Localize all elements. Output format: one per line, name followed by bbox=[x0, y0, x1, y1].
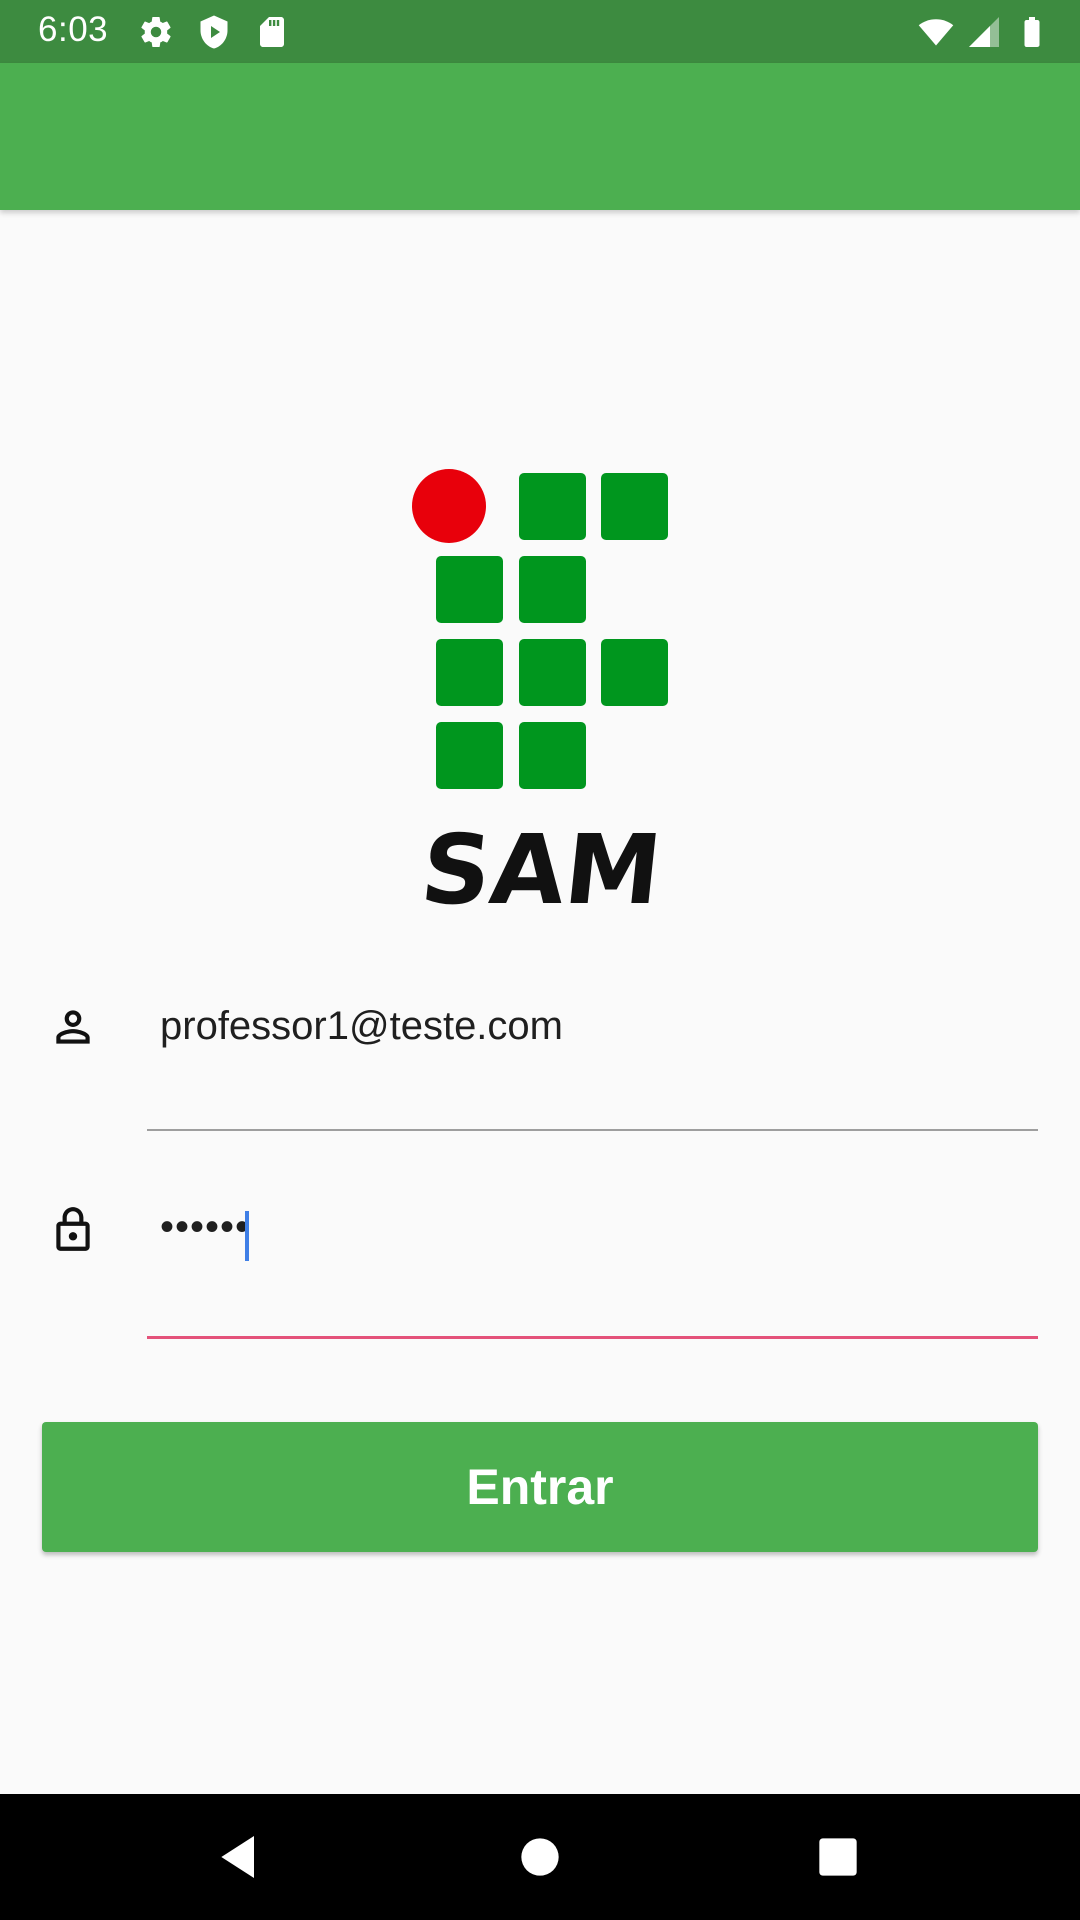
logo-wordmark: SAM bbox=[416, 825, 667, 925]
status-time: 6:03 bbox=[38, 10, 109, 49]
settings-icon bbox=[141, 17, 171, 48]
status-icons-right bbox=[918, 14, 1050, 50]
logo-wordmark-text: SAM bbox=[416, 825, 667, 925]
email-underline bbox=[147, 1129, 1038, 1131]
app-bar bbox=[0, 63, 1080, 210]
lock-icon bbox=[56, 1207, 90, 1251]
password-input[interactable]: •••••• bbox=[160, 1205, 250, 1250]
password-field[interactable]: •••••• bbox=[0, 1195, 1080, 1345]
ifsp-logo: SAM bbox=[410, 465, 670, 925]
navigation-bar bbox=[0, 1794, 1080, 1920]
battery-icon bbox=[1024, 17, 1040, 47]
recents-icon[interactable] bbox=[810, 1829, 866, 1885]
status-icons-left bbox=[138, 14, 290, 50]
play-protect-icon bbox=[200, 15, 228, 49]
back-icon[interactable] bbox=[212, 1829, 268, 1885]
wifi-icon bbox=[918, 19, 954, 46]
person-icon bbox=[56, 1010, 90, 1044]
password-underline bbox=[147, 1336, 1038, 1339]
text-cursor bbox=[245, 1211, 249, 1261]
logo-grid bbox=[412, 469, 668, 789]
cell-signal-icon bbox=[969, 17, 999, 47]
home-icon[interactable] bbox=[512, 1829, 568, 1885]
sd-card-icon bbox=[260, 17, 284, 47]
email-field[interactable]: professor1@teste.com bbox=[0, 990, 1080, 1140]
status-bar: 6:03 bbox=[0, 0, 1080, 63]
email-input[interactable]: professor1@teste.com bbox=[160, 1004, 563, 1049]
login-button[interactable]: Entrar bbox=[42, 1422, 1038, 1552]
login-screen: 6:03 SAM professor1@teste.com •••••• Ent… bbox=[0, 0, 1080, 1920]
